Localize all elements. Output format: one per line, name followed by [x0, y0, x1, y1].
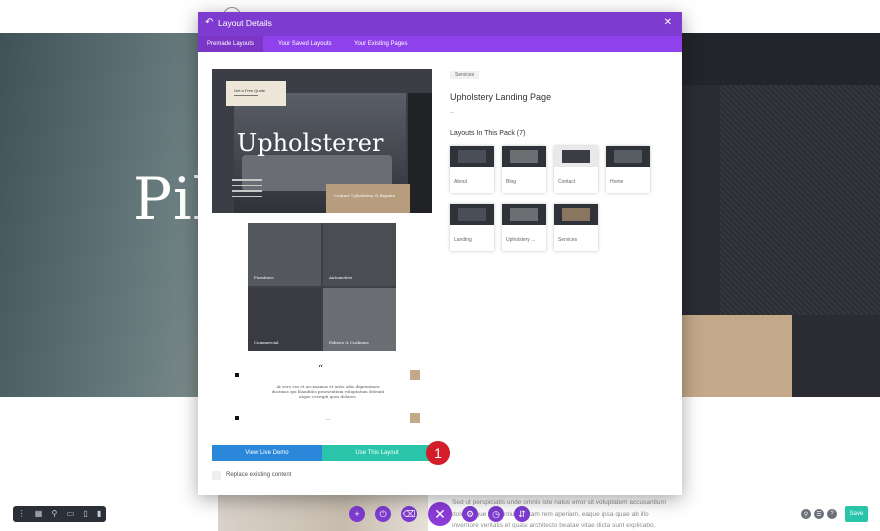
- use-this-layout-button[interactable]: Use This Layout: [322, 445, 432, 461]
- search-icon[interactable]: ⚲: [801, 509, 811, 519]
- pack-layout-contact[interactable]: Contact: [554, 146, 598, 193]
- tab-existing-pages[interactable]: Your Existing Pages: [345, 36, 416, 52]
- modal-header: ↶ Layout Details ✕: [198, 12, 682, 36]
- desktop-icon[interactable]: ▭: [67, 506, 75, 522]
- modal-title: Layout Details: [218, 18, 272, 28]
- help-icon[interactable]: ?: [827, 509, 837, 519]
- layers-icon[interactable]: ☰: [814, 509, 824, 519]
- preview-contact-panel: Contact Upholstery & Repairs: [326, 184, 410, 213]
- layout-details-modal: ↶ Layout Details ✕ Premade Layouts Your …: [198, 12, 682, 495]
- layout-preview-hero: Get a Free Quote Upholsterer Contact Uph…: [212, 69, 432, 213]
- close-icon[interactable]: ✕: [664, 17, 672, 28]
- wireframe-icon[interactable]: ▦: [35, 506, 43, 522]
- tab-saved-layouts[interactable]: Your Saved Layouts: [269, 36, 340, 52]
- preview-grid-cell: Commercial: [248, 288, 321, 351]
- power-icon[interactable]: ⏻: [375, 506, 391, 522]
- preview-nav-lines: [232, 179, 262, 201]
- phone-icon[interactable]: ▮: [97, 506, 101, 522]
- pack-layout-blog[interactable]: Blog: [502, 146, 546, 193]
- preview-services-grid: Furniture Automotive Commercial Fabrics …: [248, 223, 396, 351]
- preview-hero-title: Upholsterer: [237, 129, 384, 157]
- view-live-demo-button[interactable]: View Live Demo: [212, 445, 322, 461]
- layout-name: Upholstery Landing Page: [450, 92, 552, 102]
- builder-view-toolbar: ⋮ ▦ ⚲ ▭ ▯ ▮: [13, 506, 106, 522]
- preview-grid-cell: Furniture: [248, 223, 321, 286]
- portability-icon[interactable]: ⇵: [514, 506, 530, 522]
- content-image: [218, 495, 428, 531]
- step-badge: 1: [426, 441, 450, 465]
- add-icon[interactable]: +: [349, 506, 365, 522]
- fabric-texture-image: [720, 85, 880, 315]
- close-icon[interactable]: ✕: [428, 502, 452, 526]
- zoom-icon[interactable]: ⚲: [52, 506, 58, 522]
- quote-mark-icon: “: [318, 364, 324, 375]
- replace-content-label: Replace existing content: [226, 472, 292, 478]
- preview-quote-box: Get a Free Quote: [226, 81, 286, 106]
- trash-icon[interactable]: ⌫: [401, 506, 417, 522]
- preview-testimonial-author: —: [326, 416, 330, 421]
- layout-separator: –: [450, 110, 454, 116]
- pack-layout-about[interactable]: About: [450, 146, 494, 193]
- preview-grid-cell: Automotive: [323, 223, 396, 286]
- gear-icon[interactable]: ⚙: [462, 506, 478, 522]
- replace-content-checkbox[interactable]: [212, 471, 221, 480]
- modal-tabs: Premade Layouts Your Saved Layouts Your …: [198, 36, 682, 52]
- category-tag[interactable]: Services: [450, 71, 480, 79]
- back-arrow-icon[interactable]: ↶: [205, 17, 213, 28]
- save-button[interactable]: Save: [845, 506, 868, 522]
- preview-grid-cell: Fabrics & Cushions: [323, 288, 396, 351]
- preview-testimonial-text: At vero eos et accusamus et iusto odio d…: [271, 384, 385, 399]
- pack-layout-landing[interactable]: Landing: [450, 204, 494, 251]
- pack-heading: Layouts In This Pack (7): [450, 130, 526, 137]
- menu-icon[interactable]: ⋮: [18, 506, 26, 522]
- preview-testimonial: “ At vero eos et accusamus et iusto odio…: [228, 364, 428, 432]
- pack-layout-home[interactable]: Home: [606, 146, 650, 193]
- pack-layout-upholstery[interactable]: Upholstery ...: [502, 204, 546, 251]
- history-icon[interactable]: ◷: [488, 506, 504, 522]
- body-text: Sed ut perspiciatis unde omnis iste natu…: [452, 499, 666, 529]
- tablet-icon[interactable]: ▯: [83, 506, 87, 522]
- tab-premade-layouts[interactable]: Premade Layouts: [198, 36, 264, 52]
- pack-layout-services[interactable]: Services: [554, 204, 598, 251]
